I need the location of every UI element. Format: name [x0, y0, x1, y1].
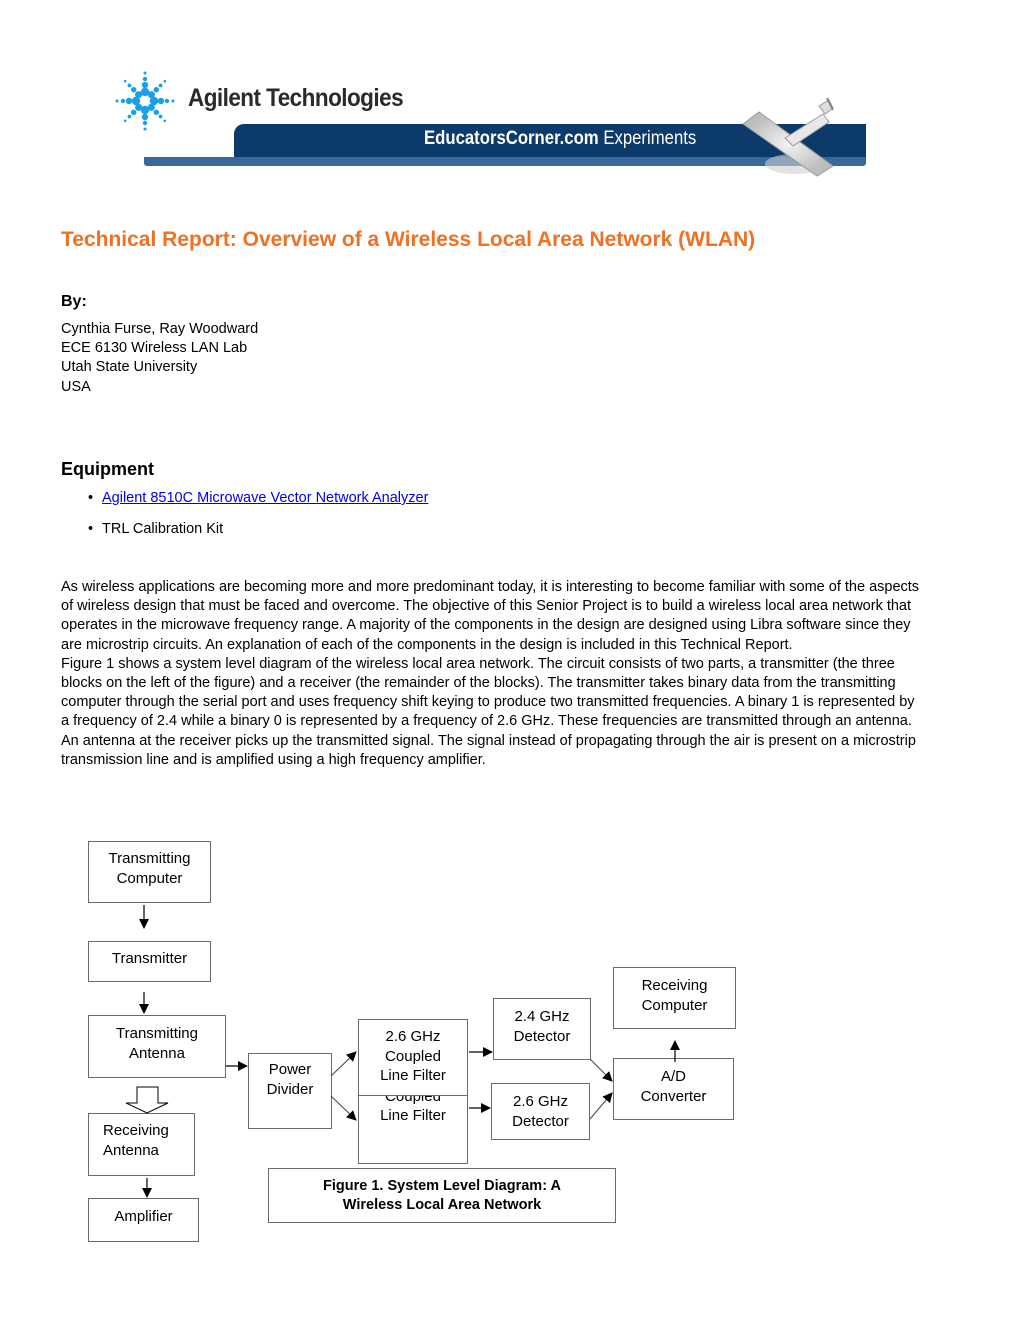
- block-filter-2-6ghz: 2.6 GHz Coupled Line Filter: [358, 1019, 468, 1096]
- block-transmitting-antenna: Transmitting Antenna: [88, 1015, 226, 1078]
- network-analyzer-link[interactable]: Agilent 8510C Microwave Vector Network A…: [102, 490, 428, 506]
- block-label: Coupled: [385, 1047, 441, 1065]
- block-label: Antenna: [129, 1044, 185, 1062]
- block-transmitter: Transmitter: [88, 941, 211, 982]
- equipment-item: • Agilent 8510C Microwave Vector Network …: [88, 490, 428, 506]
- block-label: Transmitter: [111, 950, 188, 967]
- spark-dot: [163, 79, 167, 83]
- block-receiving-computer: Receiving Computer: [613, 967, 736, 1029]
- spark-dot: [142, 76, 148, 82]
- block-label: Line Filter: [380, 1107, 446, 1124]
- block-label: Converter: [640, 1087, 707, 1105]
- block-label: Transmitting: [108, 850, 191, 867]
- block-label: Detector: [513, 1027, 571, 1045]
- block-amplifier: Amplifier: [88, 1198, 199, 1242]
- site-name-bold: EducatorsCorner.com: [424, 128, 599, 149]
- block-label: 2.4 GHz: [514, 1008, 570, 1025]
- block-transmitting-computer: Transmitting Computer: [88, 841, 211, 903]
- site-banner: Agilent Technologies EducatorsCorner.com…: [110, 66, 880, 181]
- spark-dot: [157, 97, 165, 105]
- by-label: By:: [61, 293, 87, 310]
- caption-line: Figure 1. System Level Diagram: A: [323, 1178, 561, 1194]
- block-receiving-antenna: Receiving Antenna: [88, 1113, 195, 1176]
- spark-dot: [163, 119, 167, 123]
- block-detector-2-4ghz: 2.4 GHz Detector: [493, 998, 591, 1060]
- caption-line: Wireless Local Area Network: [342, 1197, 542, 1213]
- equipment-item: • TRL Calibration Kit: [88, 521, 223, 537]
- spark-dot: [130, 86, 137, 93]
- author-names: Cynthia Furse, Ray Woodward: [61, 321, 259, 337]
- arrow-divider-to-filter-2-6: [330, 1051, 357, 1077]
- block-label: Line Filter: [380, 1067, 446, 1084]
- block-label: Antenna: [103, 1141, 159, 1159]
- airplane-icon: [742, 97, 834, 177]
- spark-dot: [125, 97, 133, 105]
- spark-dot: [141, 113, 149, 121]
- block-detector-2-6ghz: 2.6 GHz Detector: [491, 1083, 590, 1140]
- spark-dot: [143, 127, 147, 131]
- arrow-divider-to-filter-2-4: [330, 1095, 357, 1121]
- spark-dot: [142, 120, 148, 126]
- spark-dot: [143, 71, 147, 75]
- spark-dot: [158, 83, 163, 88]
- agilent-spark-icon: [115, 71, 175, 131]
- paragraph-intro: As wireless applications are becoming mo…: [61, 579, 920, 653]
- block-label: A/D: [660, 1068, 686, 1085]
- equipment-heading: Equipment: [61, 459, 154, 479]
- site-name: EducatorsCorner.com Experiments: [424, 128, 696, 150]
- spark-dot: [127, 83, 132, 88]
- block-label: Computer: [116, 869, 183, 887]
- calibration-kit-label: TRL Calibration Kit: [102, 521, 224, 537]
- spark-dot: [147, 91, 155, 99]
- bullet: •: [88, 490, 94, 506]
- block-label: 2.6 GHz: [385, 1028, 441, 1045]
- block-label: 2.6 GHz: [512, 1093, 569, 1110]
- author-country: USA: [61, 379, 91, 395]
- report-title: Technical Report: Overview of a Wireless…: [61, 228, 756, 251]
- author-lab: ECE 6130 Wireless LAN Lab: [61, 340, 248, 356]
- block-label: Power: [268, 1061, 312, 1078]
- company-name: Agilent Technologies: [188, 84, 404, 112]
- block-label: Receiving: [103, 1122, 169, 1139]
- spark-dot: [123, 119, 127, 123]
- arrow-detector-2-6-to-ad: [589, 1092, 613, 1120]
- hollow-arrow-antenna-to-receiver: [125, 1086, 169, 1114]
- block-ad-converter: A/D Converter: [613, 1058, 734, 1120]
- author-university: Utah State University: [61, 359, 198, 375]
- block-label: Computer: [641, 996, 708, 1014]
- spark-dot: [115, 99, 119, 103]
- spark-dot: [123, 79, 127, 83]
- block-label: Divider: [266, 1080, 314, 1098]
- spark-dot: [153, 109, 160, 116]
- spark-dot: [158, 114, 163, 119]
- spark-dot: [130, 109, 137, 116]
- spark-dot: [171, 99, 175, 103]
- block-label: Receiving: [641, 977, 708, 994]
- body-text: As wireless applications are becoming mo…: [61, 578, 921, 770]
- spark-dot: [141, 81, 149, 89]
- block-power-divider: Power Divider: [248, 1053, 332, 1129]
- paragraph-figure-description: Figure 1 shows a system level diagram of…: [61, 655, 916, 768]
- block-label: Amplifier: [114, 1208, 173, 1225]
- arrow-detector-2-4-to-ad: [589, 1058, 613, 1082]
- block-label: Transmitting: [116, 1025, 198, 1042]
- figure-caption: Figure 1. System Level Diagram: A Wirele…: [268, 1168, 616, 1223]
- spark-dot: [153, 86, 160, 93]
- spark-dot: [120, 98, 126, 104]
- bullet: •: [88, 521, 94, 537]
- site-name-suffix: Experiments: [603, 128, 697, 149]
- block-label: Detector: [512, 1112, 569, 1130]
- spark-dot: [127, 114, 132, 119]
- spark-dot: [164, 98, 170, 104]
